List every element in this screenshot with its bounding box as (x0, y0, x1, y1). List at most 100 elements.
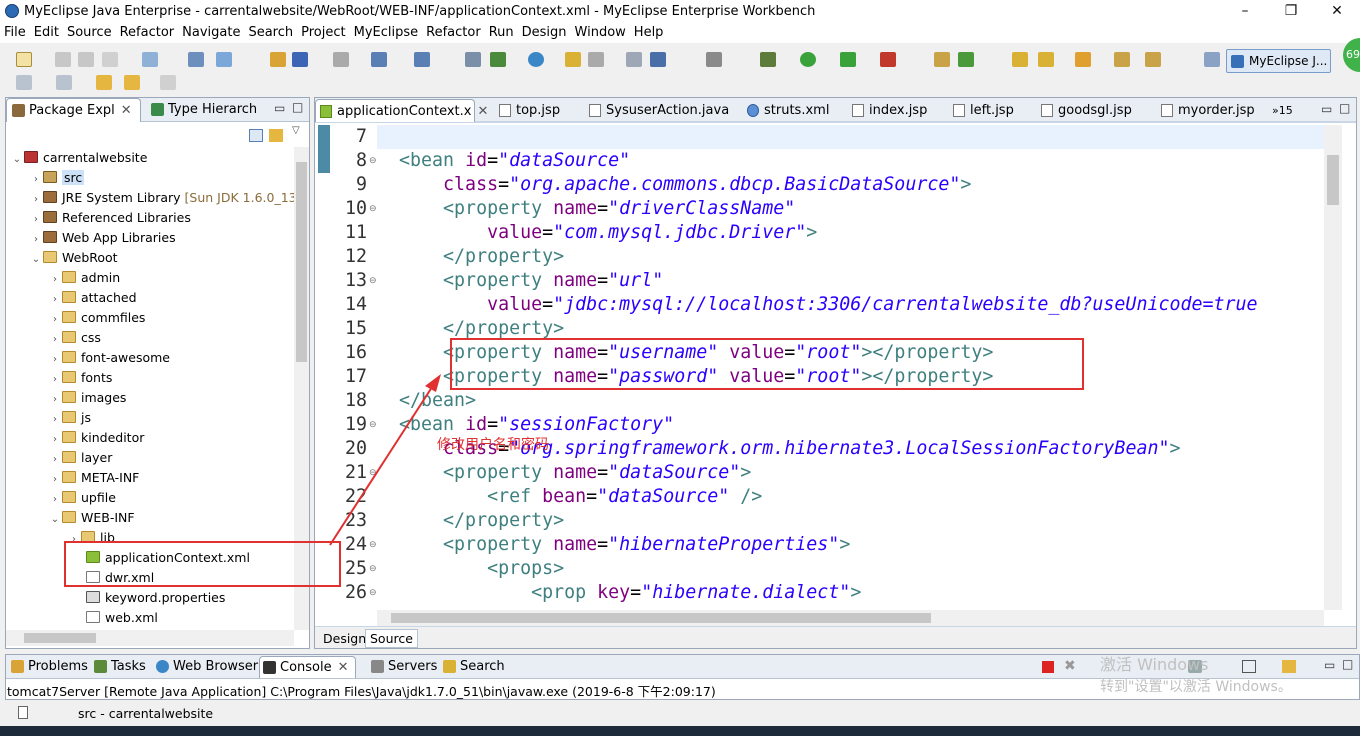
menu-file[interactable]: File (0, 23, 30, 43)
tree-item-css[interactable]: › css (48, 328, 101, 348)
tree-item-upfile[interactable]: › upfile (48, 488, 116, 508)
menu-refactor[interactable]: Refactor (116, 23, 179, 43)
search-tool-icon[interactable] (1038, 52, 1054, 67)
tree-item-referenced-libraries[interactable]: › Referenced Libraries (29, 208, 191, 228)
close-tab-icon[interactable]: ✕ (338, 660, 349, 675)
back-icon[interactable] (96, 75, 112, 90)
tree-item-src[interactable]: › src (29, 168, 85, 188)
fold-icon[interactable]: ⊖ (369, 533, 377, 557)
remove-launch-icon[interactable]: ✖ (1064, 658, 1076, 674)
tab-applicationcontext-xml[interactable]: applicationContext.x ✕ (315, 99, 488, 122)
minimize-editor-icon[interactable]: ▭ (1321, 102, 1332, 116)
display-console-icon[interactable] (1242, 660, 1256, 673)
package-icon[interactable] (270, 52, 286, 67)
tab-struts-xml[interactable]: struts.xml (743, 99, 829, 122)
tree-item-web-app-libraries[interactable]: › Web App Libraries (29, 228, 176, 248)
menu-edit[interactable]: Edit (30, 23, 63, 43)
tab-type-hierarchy[interactable]: Type Hierarch (146, 98, 261, 122)
open-resource-icon[interactable] (1012, 52, 1028, 67)
minimize-button[interactable]: – (1222, 0, 1268, 23)
open-folder-icon[interactable] (565, 52, 581, 67)
config-icon[interactable] (626, 52, 642, 67)
tree-horizontal-scrollbar[interactable] (6, 630, 294, 646)
link-editor-icon[interactable] (269, 129, 283, 142)
new-project-icon[interactable] (934, 52, 950, 67)
external-tools-icon[interactable] (880, 52, 896, 67)
menu-refactor-2[interactable]: Refactor (422, 23, 485, 43)
open-type-icon[interactable] (142, 52, 158, 67)
menu-source[interactable]: Source (63, 23, 116, 43)
monitor-icon[interactable] (706, 52, 722, 67)
save-icon[interactable] (55, 52, 71, 67)
print-icon[interactable] (102, 52, 118, 67)
tree-scroll-thumb[interactable] (296, 162, 307, 362)
tab-index-jsp[interactable]: index.jsp (848, 99, 927, 122)
tree-item-jre-library[interactable]: › JRE System Library [Sun JDK 1.6.0_13] (29, 188, 296, 208)
editor-scroll-thumb[interactable] (1327, 155, 1339, 205)
tree-item-admin[interactable]: › admin (48, 268, 120, 288)
view-menu-icon[interactable]: ▽ (292, 125, 300, 136)
history-icon[interactable] (160, 75, 176, 90)
fold-icon[interactable]: ⊖ (369, 413, 377, 437)
pin-icon[interactable] (1145, 52, 1161, 67)
run-config-icon[interactable] (840, 52, 856, 67)
perspective-myeclipse-button[interactable]: MyEclipse J... (1226, 49, 1331, 73)
maximize-button[interactable]: ❐ (1268, 0, 1314, 23)
minimize-console-icon[interactable]: ▭ (1324, 658, 1335, 672)
wizard-icon[interactable] (371, 52, 387, 67)
refresh-icon[interactable] (588, 52, 604, 67)
hierarchy-icon[interactable] (465, 52, 481, 67)
menu-navigate[interactable]: Navigate (178, 23, 244, 43)
menu-project[interactable]: Project (297, 23, 349, 43)
menu-myeclipse[interactable]: MyEclipse (350, 23, 423, 43)
deploy-icon[interactable] (216, 52, 232, 67)
menu-search[interactable]: Search (244, 23, 297, 43)
forward-icon[interactable] (124, 75, 140, 90)
save-all-icon[interactable] (78, 52, 94, 67)
minimize-view-icon[interactable]: ▭ (274, 101, 285, 115)
menu-run[interactable]: Run (485, 23, 518, 43)
tab-myorder-jsp[interactable]: myorder.jsp (1157, 99, 1255, 122)
new-icon[interactable] (16, 52, 32, 67)
tree-item-webroot[interactable]: ⌄ WebRoot (29, 248, 118, 268)
run-icon[interactable] (800, 52, 816, 67)
tree-item-font-awesome[interactable]: › font-awesome (48, 348, 170, 368)
tree-hscroll-thumb[interactable] (24, 633, 96, 643)
menu-design[interactable]: Design (518, 23, 571, 43)
close-tab-icon[interactable]: ✕ (477, 104, 488, 119)
fold-icon[interactable]: ⊖ (369, 197, 377, 221)
tab-goodsgl-jsp[interactable]: goodsgl.jsp (1037, 99, 1132, 122)
browse-icon[interactable] (650, 52, 666, 67)
fold-icon[interactable]: ⊖ (369, 461, 377, 485)
tab-top-jsp[interactable]: top.jsp (495, 99, 560, 122)
tree-item-layer[interactable]: › layer (48, 448, 112, 468)
close-tab-icon[interactable]: ✕ (121, 103, 132, 118)
outline-icon[interactable] (1114, 52, 1130, 67)
open-jar-icon[interactable] (292, 52, 308, 67)
editor-vertical-scrollbar[interactable] (1324, 125, 1342, 610)
server-icon[interactable] (188, 52, 204, 67)
fold-icon[interactable]: ⊖ (369, 269, 377, 293)
close-window-button[interactable]: ✕ (1314, 0, 1360, 23)
tab-web-browser[interactable]: Web Browser (153, 656, 258, 678)
tab-left-jsp[interactable]: left.jsp (949, 99, 1014, 122)
export-icon[interactable] (490, 52, 506, 67)
globe-icon[interactable] (528, 52, 544, 67)
next-annotation-icon[interactable] (56, 75, 72, 90)
wizard-2-icon[interactable] (414, 52, 430, 67)
last-edit-icon[interactable] (16, 75, 32, 90)
tab-search[interactable]: Search (440, 656, 505, 678)
fold-icon[interactable]: ⊖ (369, 149, 377, 173)
tree-item-attached[interactable]: › attached (48, 288, 137, 308)
tab-console[interactable]: Console ✕ (259, 656, 356, 678)
tab-problems[interactable]: Problems (8, 656, 88, 678)
fold-icon[interactable]: ⊖ (369, 557, 377, 581)
tree-item-meta-inf[interactable]: › META-INF (48, 468, 139, 488)
tree-item-fonts[interactable]: › fonts (48, 368, 112, 388)
tree-item-web-xml[interactable]: web.xml (86, 608, 158, 627)
more-tabs-button[interactable]: »15 (1270, 99, 1293, 122)
new-class-icon[interactable] (958, 52, 974, 67)
menu-window[interactable]: Window (571, 23, 630, 43)
tree-item-kindeditor[interactable]: › kindeditor (48, 428, 144, 448)
tree-item-commfiles[interactable]: › commfiles (48, 308, 145, 328)
